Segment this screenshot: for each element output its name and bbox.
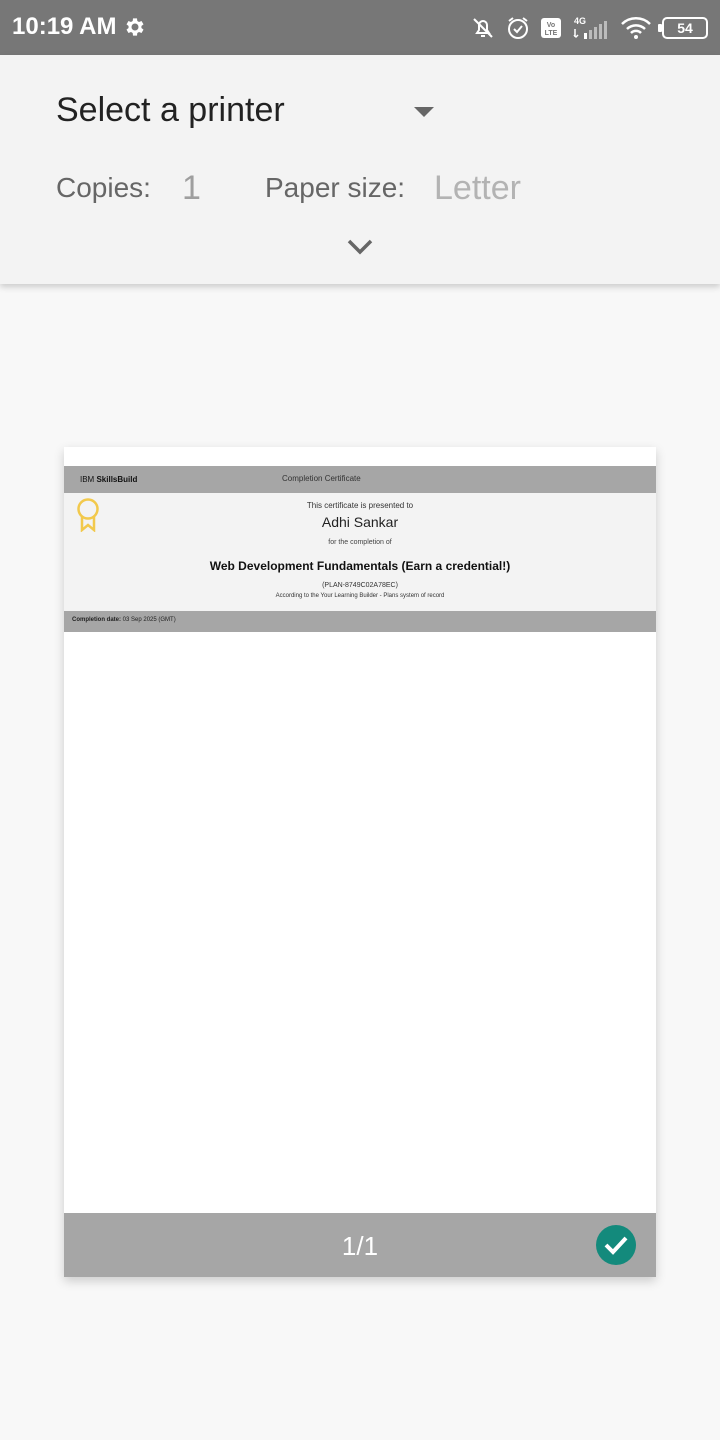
silent-bell-icon <box>473 18 493 38</box>
dropdown-caret-icon[interactable] <box>414 107 434 117</box>
page-footer-bar: 1/1 <box>64 1213 656 1277</box>
chevron-down-icon[interactable] <box>346 238 374 256</box>
certificate-title: Completion Certificate <box>282 474 361 483</box>
print-preview-page[interactable]: IBM SkillsBuild Completion Certificate T… <box>64 447 656 1277</box>
volte-icon: Vo LTE <box>541 18 561 38</box>
system-of-record-text: According to the Your Learning Builder -… <box>275 593 445 599</box>
page-selected-check-icon[interactable] <box>596 1225 636 1265</box>
recipient-name: Adhi Sankar <box>321 514 399 530</box>
copies-label: Copies: <box>56 172 151 203</box>
settings-gear-icon <box>126 18 144 36</box>
certificate-brand: IBM SkillsBuild <box>80 475 137 484</box>
status-time: 10:19 AM <box>12 13 117 40</box>
printer-select-label: Select a printer <box>56 91 285 129</box>
wifi-icon <box>621 17 651 39</box>
brand-name: SkillsBuild <box>96 475 138 484</box>
certificate-header: IBM SkillsBuild Completion Certificate <box>64 466 656 493</box>
for-completion-text: for the completion of <box>328 539 392 546</box>
plan-id: (PLAN-8749C02A78EC) <box>322 582 398 589</box>
completion-date-label: Completion date: <box>72 617 121 623</box>
svg-text:LTE: LTE <box>545 30 558 37</box>
certificate-footer: Completion date: 03 Sep 2025 (GMT) <box>64 611 656 632</box>
battery-indicator: 54 <box>658 17 708 39</box>
course-title: Web Development Fundamentals (Earn a cre… <box>209 559 511 573</box>
completion-date: Completion date: 03 Sep 2025 (GMT) <box>72 617 176 623</box>
print-options-panel: Select a printer Copies: 1 Paper size: L… <box>0 55 720 284</box>
presented-text: This certificate is presented to <box>306 501 414 510</box>
battery-level: 54 <box>677 20 693 36</box>
completion-date-value: 03 Sep 2025 (GMT) <box>122 617 176 623</box>
copies-field[interactable]: 1 <box>182 169 201 208</box>
signal-4g-icon: 4G <box>573 16 607 39</box>
brand-prefix: IBM <box>80 475 95 484</box>
page-indicator: 1/1 <box>341 1231 379 1261</box>
alarm-clock-icon <box>508 17 528 39</box>
certificate-body: This certificate is presented to Adhi Sa… <box>64 493 656 611</box>
status-bar: 10:19 AM Vo LTE 4G 54 <box>0 0 720 55</box>
svg-text:4G: 4G <box>574 16 586 26</box>
status-icons: Vo LTE 4G 54 <box>470 12 708 44</box>
certificate: IBM SkillsBuild Completion Certificate T… <box>64 466 656 632</box>
svg-text:Vo: Vo <box>547 22 555 29</box>
paper-size-value[interactable]: Letter <box>434 169 521 208</box>
paper-size-label: Paper size: <box>265 172 406 203</box>
